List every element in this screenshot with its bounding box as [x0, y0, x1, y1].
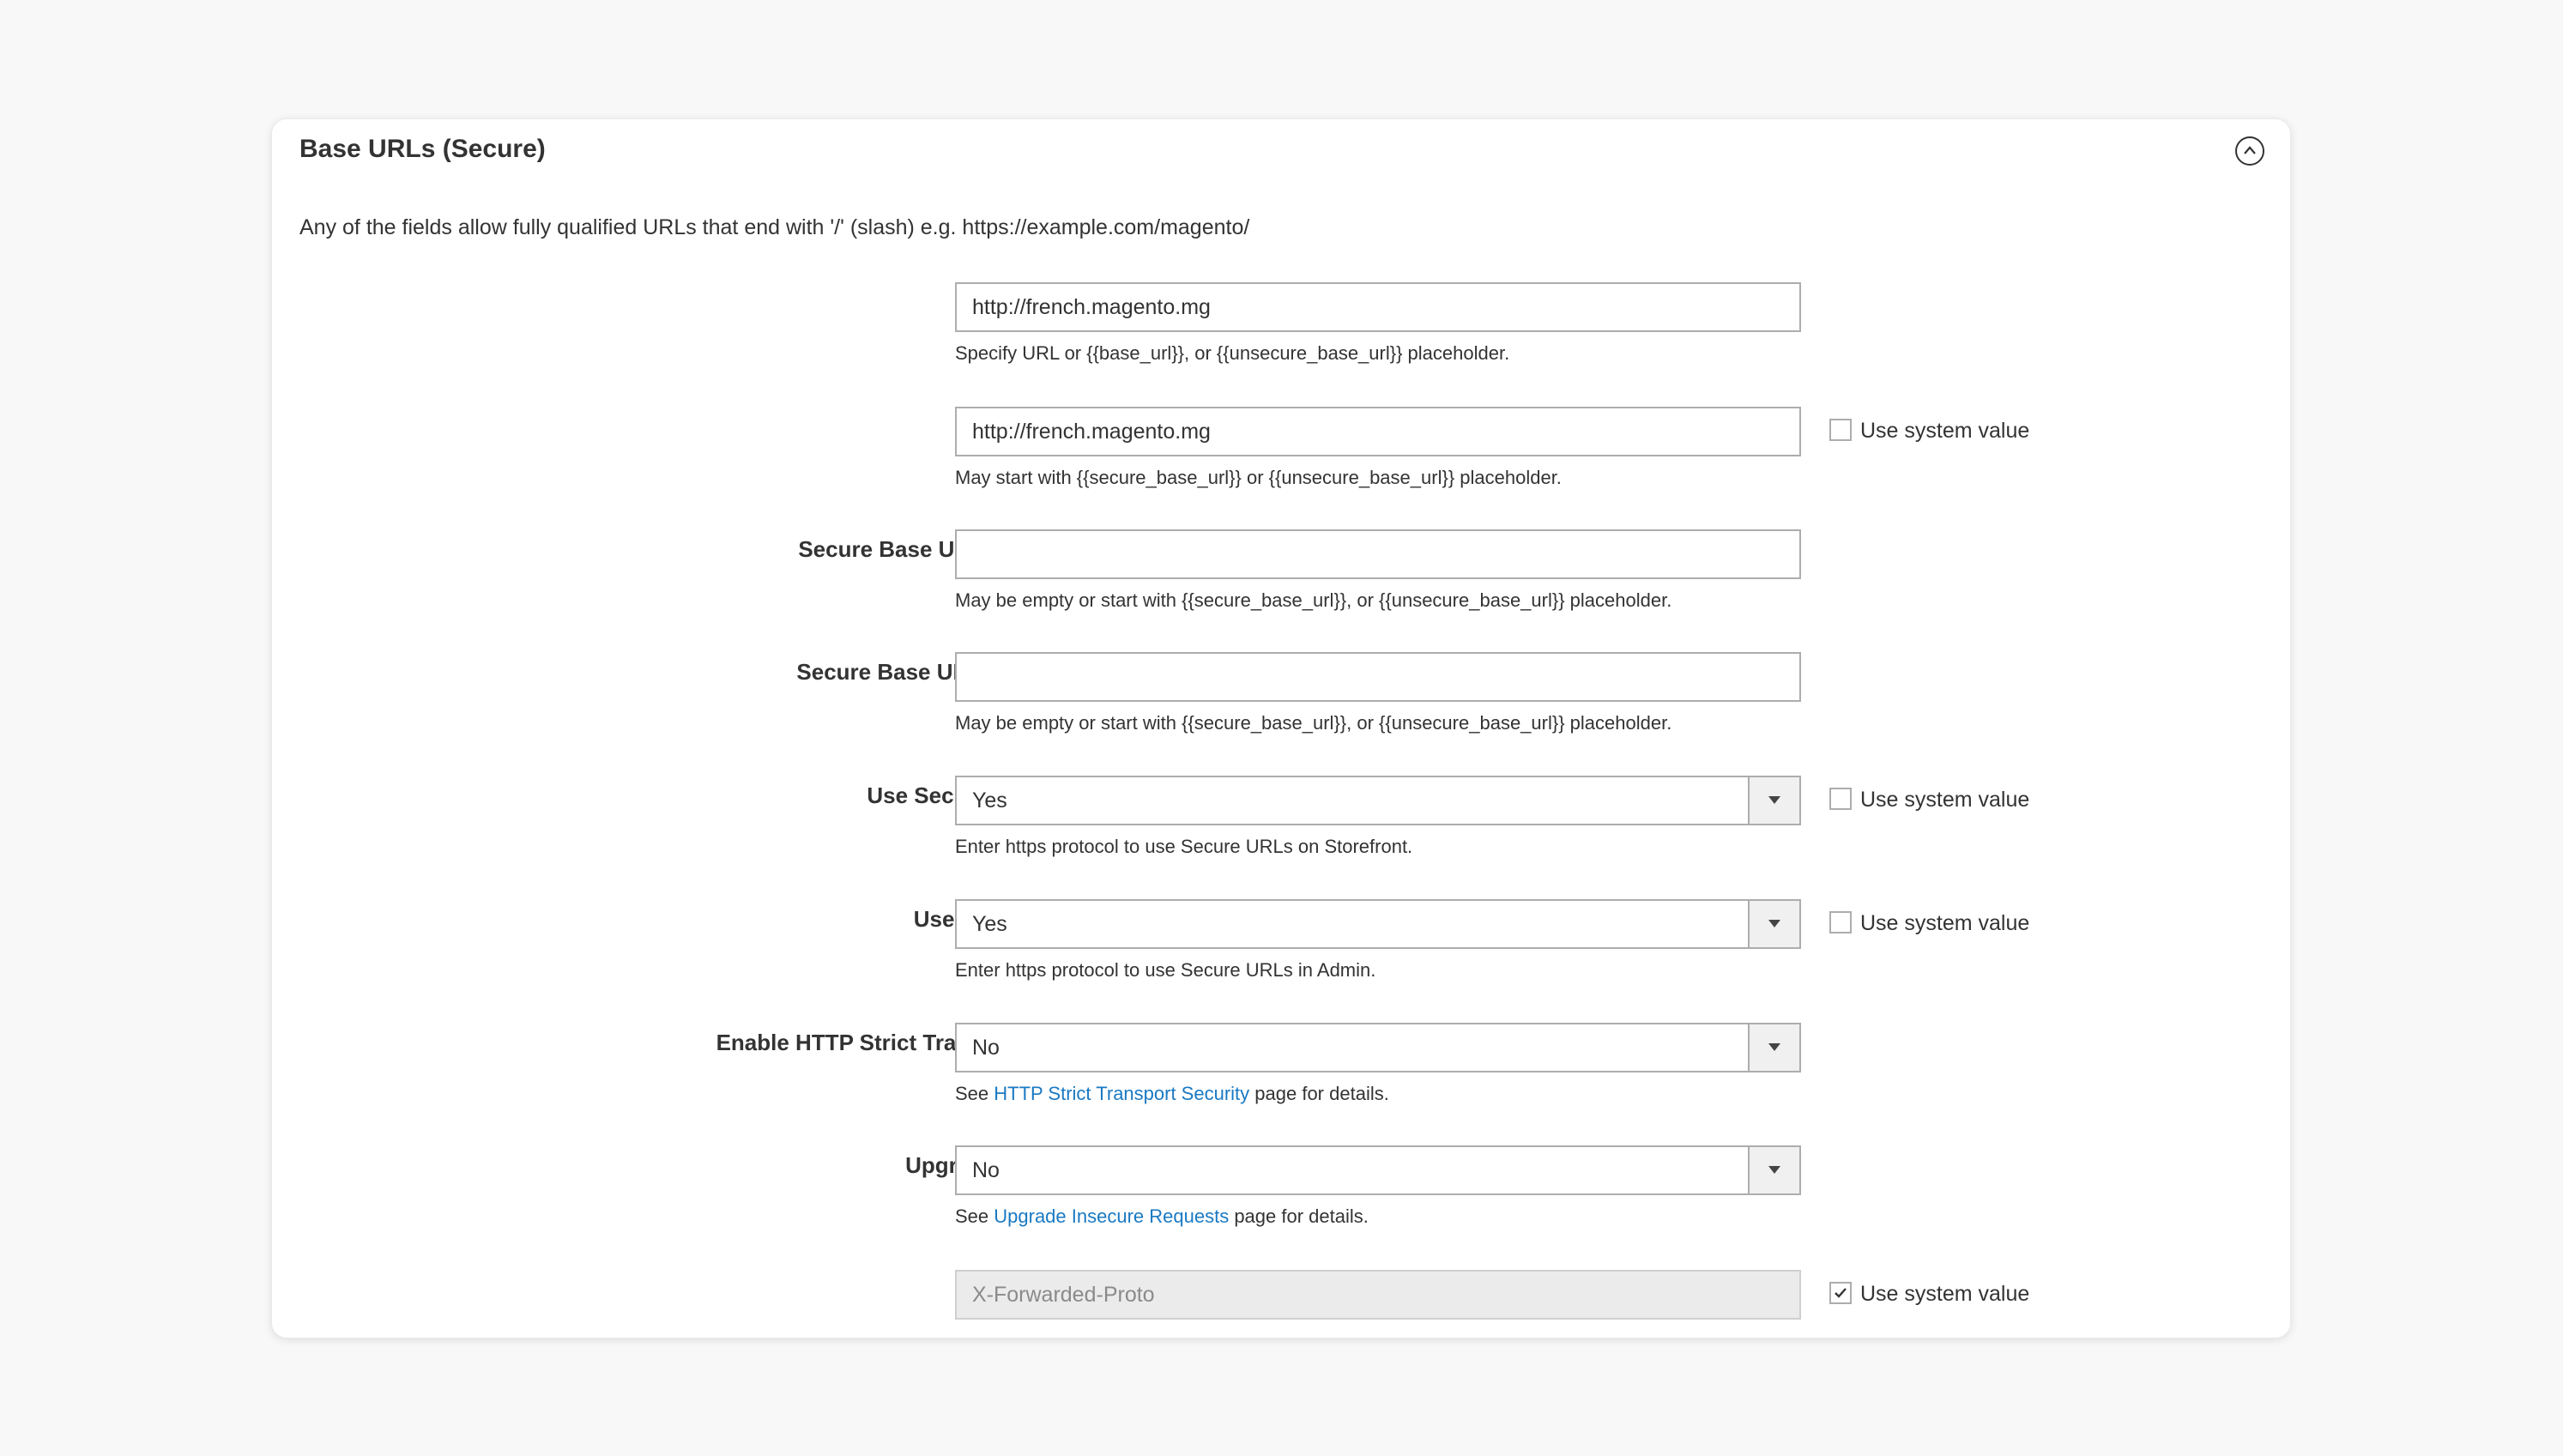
field-note: Specify URL or {{base_url}}, or {{unsecu…	[955, 342, 1510, 364]
secure-base-media-url-input[interactable]	[955, 652, 1801, 702]
secure-base-link-url-input[interactable]	[955, 407, 1801, 456]
section-intro: Any of the fields allow fully qualified …	[299, 215, 1250, 239]
dropdown-arrow[interactable]	[1748, 901, 1799, 947]
secure-storefront-select[interactable]: Yes	[955, 776, 1801, 825]
field-note: See HTTP Strict Transport Security page …	[955, 1083, 1389, 1105]
select-value: Yes	[972, 912, 1007, 936]
chevron-up-icon	[2244, 146, 2256, 154]
select-value: No	[972, 1158, 1000, 1182]
dropdown-arrow[interactable]	[1748, 1024, 1799, 1071]
caret-down-icon	[1768, 920, 1780, 927]
field-note: May be empty or start with {{secure_base…	[955, 712, 1672, 734]
dropdown-arrow[interactable]	[1748, 777, 1799, 824]
dropdown-arrow[interactable]	[1748, 1147, 1799, 1193]
caret-down-icon	[1768, 1166, 1780, 1174]
note-prefix: See	[955, 1083, 994, 1104]
hsts-link[interactable]: HTTP Strict Transport Security	[994, 1083, 1249, 1104]
use-system-value-toggle[interactable]: Use system value	[1829, 909, 2029, 937]
use-system-value-label: Use system value	[1860, 911, 2030, 935]
upgrade-insecure-link[interactable]: Upgrade Insecure Requests	[994, 1205, 1229, 1227]
use-system-value-toggle[interactable]: Use system value	[1829, 417, 2029, 444]
caret-down-icon	[1768, 796, 1780, 804]
section-title[interactable]: Base URLs (Secure)	[299, 135, 546, 164]
use-system-value-checkbox[interactable]	[1829, 419, 1852, 442]
offloader-header-input	[955, 1270, 1801, 1320]
select-value: No	[972, 1036, 1000, 1060]
use-system-value-label: Use system value	[1860, 419, 2030, 443]
use-system-value-label: Use system value	[1860, 1282, 2030, 1306]
secure-admin-select[interactable]: Yes	[955, 899, 1801, 949]
upgrade-insecure-select[interactable]: No	[955, 1145, 1801, 1195]
field-note: May start with {{secure_base_url}} or {{…	[955, 467, 1562, 488]
use-system-value-toggle[interactable]: Use system value	[1829, 786, 2029, 813]
note-suffix: page for details.	[1229, 1205, 1369, 1227]
field-note: See Upgrade Insecure Requests page for d…	[955, 1205, 1369, 1228]
secure-base-url-input[interactable]	[955, 282, 1801, 332]
note-prefix: See	[955, 1205, 994, 1227]
select-value: Yes	[972, 788, 1007, 813]
hsts-select[interactable]: No	[955, 1023, 1801, 1072]
field-note: Enter https protocol to use Secure URLs …	[955, 836, 1413, 857]
use-system-value-checkbox[interactable]	[1829, 788, 1852, 811]
secure-base-static-url-input[interactable]	[955, 529, 1801, 579]
collapse-button[interactable]	[2235, 136, 2264, 166]
checkmark-icon	[1835, 1288, 1847, 1299]
use-system-value-checkbox[interactable]	[1829, 911, 1852, 934]
base-urls-secure-panel: Base URLs (Secure) Any of the fields all…	[271, 118, 2291, 1338]
use-system-value-label: Use system value	[1860, 788, 2030, 812]
use-system-value-checkbox[interactable]	[1829, 1282, 1852, 1305]
use-system-value-toggle[interactable]: Use system value	[1829, 1280, 2029, 1308]
note-suffix: page for details.	[1249, 1083, 1389, 1104]
caret-down-icon	[1768, 1043, 1780, 1051]
field-note: Enter https protocol to use Secure URLs …	[955, 959, 1376, 981]
field-note: May be empty or start with {{secure_base…	[955, 589, 1672, 611]
